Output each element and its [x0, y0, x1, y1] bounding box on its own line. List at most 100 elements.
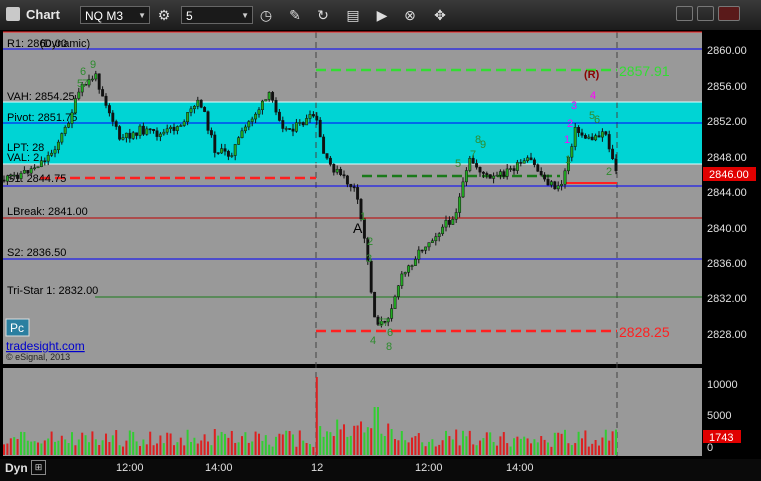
volume-bar: [329, 432, 332, 455]
volume-bar: [560, 433, 563, 455]
volume-bar: [380, 433, 383, 455]
lock-icon[interactable]: ⊞: [31, 460, 46, 475]
tradesight-link[interactable]: tradesight.com: [6, 339, 85, 353]
volume-bar: [13, 437, 16, 455]
symbol-combo[interactable]: NQ M3 ▼: [80, 6, 150, 24]
candle-body: [271, 92, 275, 101]
volume-bar: [247, 442, 250, 455]
y-tick-label: 2844.00: [707, 187, 747, 199]
volume-bar: [448, 436, 451, 455]
chevron-down-icon[interactable]: ▼: [241, 7, 249, 25]
candle-body: [509, 168, 513, 170]
candle-body: [135, 132, 139, 136]
volume-bar: [71, 432, 73, 455]
title-bar: Chart NQ M3 ▼ ⚙ 5 ▼ ◷ ✎ ↻ ▤ ▶ ⊗ ✥: [0, 0, 761, 31]
candle-body: [155, 130, 159, 137]
svg-text:4: 4: [590, 90, 596, 102]
svg-text:6: 6: [594, 114, 600, 126]
query-icon[interactable]: ▤: [344, 6, 362, 24]
volume-bar: [455, 429, 458, 455]
play-icon[interactable]: ▶: [373, 6, 391, 24]
pencil-icon[interactable]: ✎: [286, 6, 304, 24]
volume-bar: [451, 439, 454, 455]
maximize-button[interactable]: [697, 6, 714, 21]
candle-body: [543, 174, 547, 180]
volume-bar: [312, 446, 315, 455]
svg-text:2: 2: [367, 236, 373, 248]
s2-label: S2: 2836.50: [7, 247, 66, 259]
volume-bar: [244, 432, 247, 455]
candle-body: [294, 122, 298, 132]
cursor-icon[interactable]: ✥: [431, 6, 449, 24]
volume-bar: [601, 437, 604, 455]
volume-bar: [506, 443, 509, 455]
candle-body: [427, 242, 431, 248]
volume-bar: [479, 440, 481, 455]
candle-body: [560, 184, 564, 186]
volume-bar: [553, 432, 556, 455]
candle-body: [437, 233, 441, 237]
volume-bar: [295, 446, 298, 455]
volume-bar: [261, 440, 264, 455]
interval-combo[interactable]: 5 ▼: [181, 6, 253, 24]
candle-body: [33, 167, 37, 170]
minimize-button[interactable]: [676, 6, 693, 21]
candle-body: [539, 171, 543, 176]
volume-bar: [224, 433, 226, 455]
volume-bar: [366, 427, 369, 455]
volume-bar: [139, 445, 141, 455]
candle-body: [5, 175, 9, 182]
candle-body: [604, 131, 608, 135]
svg-text:1: 1: [564, 134, 570, 146]
volume-bar: [339, 429, 342, 455]
volume-bar: [37, 442, 39, 455]
candle-body: [22, 170, 26, 174]
candle-body: [254, 113, 258, 120]
volume-bar: [353, 425, 356, 455]
candle-body: [2, 179, 6, 182]
volume-bar: [50, 431, 53, 455]
chevron-down-icon[interactable]: ▼: [138, 7, 146, 25]
volume-bar: [3, 444, 5, 455]
volume-bar: [54, 441, 56, 455]
candle-body: [9, 174, 13, 177]
volume-bar: [125, 440, 128, 455]
volume-bar: [349, 435, 352, 455]
candle-body: [281, 120, 285, 129]
volume-bar: [84, 435, 87, 455]
clear-icon[interactable]: ⊗: [401, 6, 419, 24]
chart-area[interactable]: R1: 2860.00 (Dynamic) VAH: 2854.25 Pivot…: [0, 30, 761, 460]
volume-bar: [465, 436, 468, 455]
volume-bar: [564, 429, 566, 455]
candle-body: [46, 155, 50, 162]
volume-tick-label: 10000: [707, 379, 738, 391]
candle-body: [284, 128, 288, 130]
volume-bar: [142, 439, 145, 455]
clock-icon[interactable]: ◷: [257, 6, 275, 24]
x-tick-label: 12:00: [116, 462, 144, 474]
refresh-icon[interactable]: ↻: [314, 6, 332, 24]
volume-bar: [513, 438, 515, 455]
candle-body: [16, 174, 20, 179]
price-pane[interactable]: [3, 32, 702, 364]
candle-body: [53, 149, 57, 154]
candle-body: [345, 175, 349, 185]
svg-text:8: 8: [386, 341, 392, 353]
gear-icon[interactable]: ⚙: [155, 6, 173, 24]
candle-body: [373, 291, 377, 318]
candle-body: [182, 121, 186, 126]
volume-bar: [16, 439, 19, 455]
volume-bar: [217, 435, 220, 455]
volume-bar: [20, 431, 22, 455]
interval-value: 5: [186, 9, 193, 23]
volume-bar: [472, 444, 475, 455]
candle-body: [318, 119, 322, 138]
close-button[interactable]: [718, 6, 740, 21]
volume-bar: [608, 440, 611, 455]
x-tick-label: 12:00: [415, 462, 443, 474]
candle-body: [315, 115, 319, 121]
volume-pane[interactable]: [3, 368, 702, 456]
volume-bar: [30, 441, 33, 455]
volume-bar: [9, 438, 12, 455]
volume-bar: [499, 436, 502, 455]
